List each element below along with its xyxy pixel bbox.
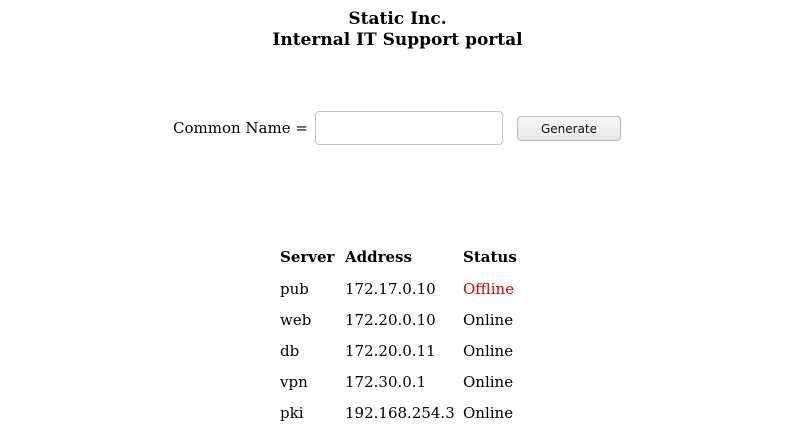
- column-header-status: Status: [463, 248, 517, 266]
- server-address: 172.20.0.11: [345, 342, 436, 360]
- server-name: db: [280, 342, 300, 360]
- table-row: pki 192.168.254.3 Online: [276, 398, 537, 429]
- common-name-form: Common Name = Generate: [0, 111, 795, 145]
- server-name: web: [280, 311, 312, 329]
- server-status: Online: [463, 311, 514, 329]
- server-status-table: Server Address Status pub 172.17.0.10 Of…: [276, 244, 537, 429]
- generate-button[interactable]: Generate: [517, 116, 621, 141]
- column-header-server: Server: [280, 248, 335, 266]
- common-name-label: Common Name =: [173, 119, 308, 137]
- server-address: 172.30.0.1: [345, 373, 427, 391]
- server-address: 172.17.0.10: [345, 280, 436, 298]
- server-address: 192.168.254.3: [345, 404, 455, 422]
- portal-title: Internal IT Support portal: [272, 30, 523, 50]
- table-header-row: Server Address Status: [276, 244, 537, 274]
- company-name: Static Inc.: [348, 9, 447, 29]
- common-name-input[interactable]: [315, 111, 503, 145]
- table-row: db 172.20.0.11 Online: [276, 336, 537, 367]
- table-row: pub 172.17.0.10 Offline: [276, 274, 537, 305]
- table-row: web 172.20.0.10 Online: [276, 305, 537, 336]
- server-status: Online: [463, 373, 514, 391]
- server-name: vpn: [280, 373, 308, 391]
- server-status: Online: [463, 404, 514, 422]
- table-row: vpn 172.30.0.1 Online: [276, 367, 537, 398]
- server-address: 172.20.0.10: [345, 311, 436, 329]
- page-header: Static Inc. Internal IT Support portal: [0, 9, 795, 51]
- server-name: pki: [280, 404, 304, 422]
- column-header-address: Address: [345, 248, 412, 266]
- server-status: Offline: [463, 280, 515, 298]
- server-status: Online: [463, 342, 514, 360]
- server-name: pub: [280, 280, 309, 298]
